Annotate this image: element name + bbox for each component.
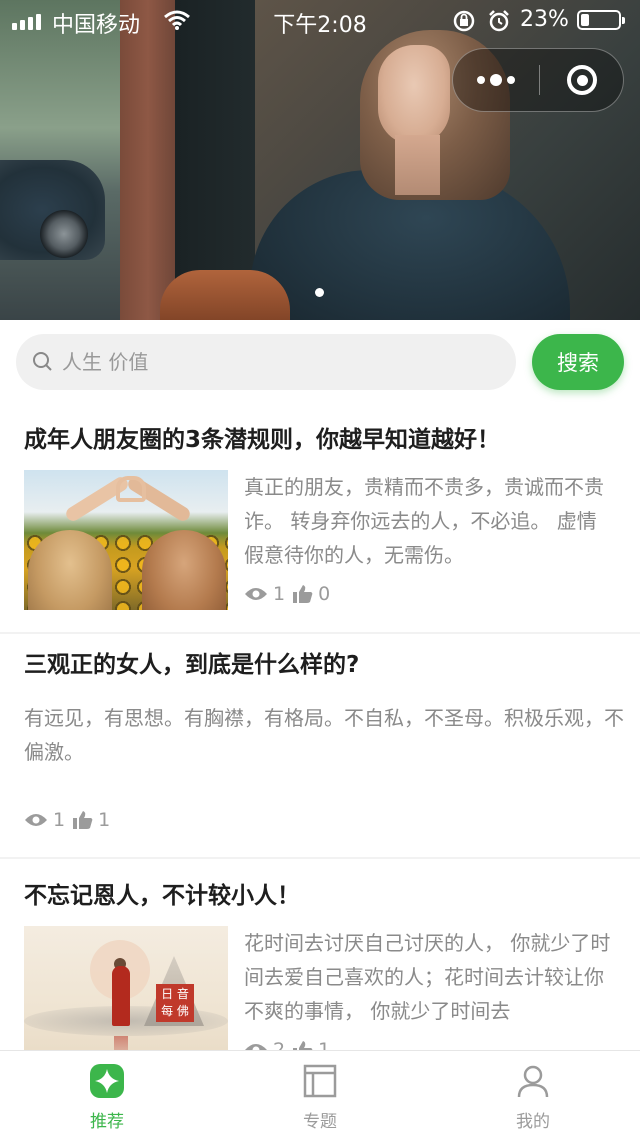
tab-profile[interactable]: 我的	[426, 1051, 640, 1137]
tab-recommend[interactable]: 推荐	[0, 1051, 214, 1137]
thumbs-up-icon	[293, 585, 313, 603]
article-thumbnail[interactable]: 日 音 每 佛	[24, 926, 228, 1050]
tab-label: 专题	[303, 1112, 337, 1132]
monk-reflection	[114, 1036, 128, 1050]
search-button[interactable]: 搜索	[532, 334, 624, 390]
eye-icon	[25, 814, 47, 826]
status-bar: 中国移动 下午2:08 23%	[0, 0, 640, 40]
tab-topic[interactable]: 专题	[213, 1051, 427, 1137]
close-miniprogram-button[interactable]	[540, 49, 624, 111]
article-card[interactable]: 不忘记恩人，不计较小人！ 日 音 每 佛 花时间去讨厌自己讨厌的人， 你就少了时…	[0, 876, 640, 1050]
hand-heart	[116, 476, 146, 502]
girl-head-right	[142, 530, 226, 610]
article-summary: 有远见，有思想。有胸襟，有格局。不自私，不圣母。积极乐观，不偏激。	[24, 706, 624, 764]
alarm-icon	[489, 10, 509, 32]
recommend-icon	[90, 1064, 124, 1098]
like-count: 1	[318, 1039, 331, 1050]
profile-icon	[517, 1065, 549, 1098]
search-input[interactable]	[62, 334, 502, 390]
topic-icon	[303, 1064, 337, 1098]
eye-icon	[245, 588, 267, 600]
article-stats: 2 1	[244, 1039, 330, 1050]
monk-figure	[112, 966, 130, 1026]
tab-label: 推荐	[90, 1112, 124, 1132]
more-button[interactable]	[453, 49, 539, 111]
search-bar	[16, 334, 516, 390]
tab-bar: 推荐 专题 我的	[0, 1050, 640, 1137]
divider	[0, 857, 640, 859]
article-title[interactable]: 三观正的女人，到底是什么样的?	[24, 645, 624, 679]
menu-capsule	[452, 48, 624, 112]
battery-percentage: 23%	[520, 7, 569, 32]
tab-label: 我的	[516, 1112, 550, 1132]
article-stats: 1 0	[244, 583, 330, 605]
hero-person-face	[378, 45, 450, 145]
hero-person-neck	[395, 135, 440, 195]
search-icon	[33, 352, 52, 371]
article-title[interactable]: 成年人朋友圈的3条潜规则，你越早知道越好！	[24, 420, 624, 454]
view-count: 1	[53, 809, 66, 831]
divider	[0, 632, 640, 634]
hero-cushion	[160, 270, 290, 320]
article-stats: 1 1	[24, 809, 110, 831]
article-thumbnail[interactable]	[24, 470, 228, 610]
like-count: 0	[318, 583, 331, 605]
article-card[interactable]: 成年人朋友圈的3条潜规则，你越早知道越好！ 真正的朋友，贵精而不贵多，贵诚而不贵…	[0, 420, 640, 632]
battery-icon	[577, 10, 625, 30]
article-summary: 花时间去讨厌自己讨厌的人， 你就少了时间去爱自己喜欢的人；花时间去计较让你不爽的…	[244, 931, 611, 1023]
rotation-lock-icon	[453, 10, 475, 32]
view-count: 2	[273, 1039, 286, 1050]
target-icon	[567, 65, 597, 95]
view-count: 1	[273, 583, 286, 605]
article-title[interactable]: 不忘记恩人，不计较小人！	[24, 876, 624, 910]
eye-icon	[245, 1044, 267, 1050]
like-count: 1	[98, 809, 111, 831]
girl-head-left	[28, 530, 112, 610]
hero-wheel	[40, 210, 88, 258]
thumbs-up-icon	[73, 811, 93, 829]
carousel-indicator-dot[interactable]	[315, 288, 324, 297]
red-seal: 日 音 每 佛	[156, 984, 194, 1022]
thumbs-up-icon	[293, 1041, 313, 1050]
article-summary: 真正的朋友，贵精而不贵多，贵诚而不贵诈。 转身弃你远去的人，不必追。 虚情假意待…	[244, 475, 604, 567]
article-card[interactable]: 三观正的女人，到底是什么样的? 有远见，有思想。有胸襟，有格局。不自私，不圣母。…	[0, 645, 640, 857]
